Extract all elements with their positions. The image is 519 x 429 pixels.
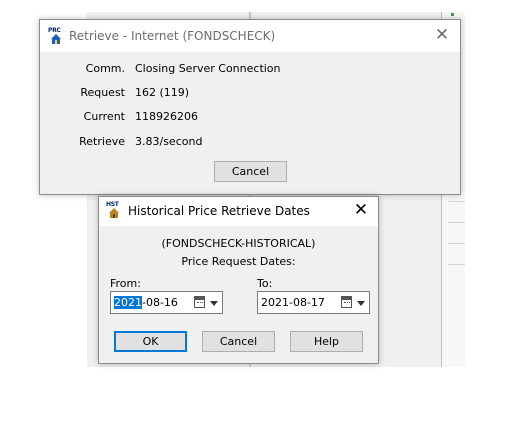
status-label: Retrieve [79,135,125,148]
background-row-line [448,222,465,223]
background-row-line [448,243,465,244]
icon-tag-text: HST [106,201,119,208]
retrieve-title-bar[interactable]: PRC Retrieve - Internet (FONDSCHECK) ✕ [40,20,460,52]
status-value: Closing Server Connection [135,62,281,75]
hst-house-icon: HST [106,201,122,218]
close-icon[interactable]: ✕ [433,26,451,44]
to-label: To: [257,277,273,290]
chevron-down-icon[interactable] [210,301,218,306]
help-button[interactable]: Help [290,331,363,352]
historical-title-bar[interactable]: HST Historical Price Retrieve Dates ✕ [99,197,378,226]
from-date-rest: -08-16 [142,296,178,309]
background-row-line [448,264,465,265]
source-name: (FONDSCHECK-HISTORICAL) [161,237,316,250]
retrieve-cancel-button[interactable]: Cancel [214,161,287,182]
status-value: 3.83/second [135,135,203,148]
dates-subtitle: Price Request Dates: [181,255,296,268]
calendar-icon[interactable] [194,296,205,308]
status-value: 162 (119) [135,86,190,99]
cancel-button[interactable]: Cancel [202,331,275,352]
status-label: Request [80,86,125,99]
status-label: Current [83,110,125,123]
from-date-picker[interactable]: 2021-08-16 [110,291,223,314]
close-icon[interactable]: ✕ [352,201,370,219]
from-date-value[interactable]: 2021-08-16 [114,296,178,309]
from-label: From: [110,277,141,290]
to-date-value[interactable]: 2021-08-17 [261,296,325,309]
historical-dialog-title: Historical Price Retrieve Dates [128,204,310,218]
chevron-down-icon[interactable] [357,301,365,306]
historical-dates-dialog: HST Historical Price Retrieve Dates ✕ (F… [98,196,379,364]
to-date-picker[interactable]: 2021-08-17 [257,291,370,314]
background-row-line [448,201,465,202]
retrieve-window-title: Retrieve - Internet (FONDSCHECK) [69,29,276,43]
calendar-icon[interactable] [341,296,352,308]
retrieve-window: PRC Retrieve - Internet (FONDSCHECK) ✕ C… [39,19,461,195]
ok-button[interactable]: OK [114,331,187,352]
icon-tag-text: PRC [48,27,61,34]
from-date-selected-segment: 2021 [114,296,142,309]
status-label: Comm. [85,62,125,75]
status-value: 118926206 [135,110,198,123]
prc-house-icon: PRC [48,27,64,44]
